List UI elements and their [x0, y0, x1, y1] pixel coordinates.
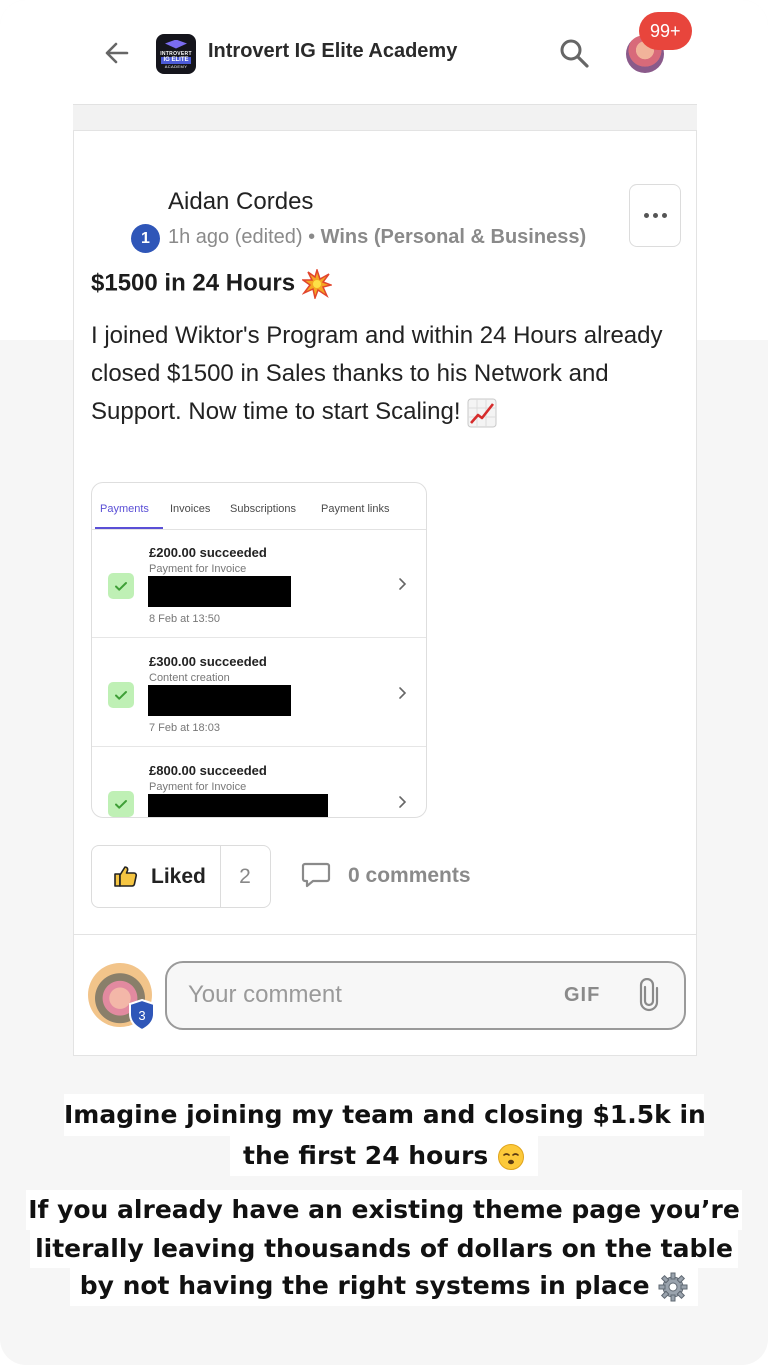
redacted-block	[148, 794, 328, 817]
graduation-cap-icon	[165, 39, 187, 49]
payment-date: 8 Feb at 13:50	[149, 613, 220, 625]
post-body-text: I joined Wiktor's Program and within 24 …	[91, 322, 663, 425]
tab-payment-links: Payment links	[321, 503, 390, 515]
author-name[interactable]: Aidan Cordes	[168, 188, 313, 216]
tab-subscriptions: Subscriptions	[230, 503, 297, 515]
payment-date: 7 Feb at 18:03	[149, 722, 220, 734]
payment-amount: £200.00 succeeded	[149, 545, 267, 560]
check-icon	[108, 791, 134, 817]
comment-bubble-icon[interactable]	[301, 861, 331, 889]
chevron-right-icon	[399, 578, 407, 590]
post-time: 1h ago (edited)	[168, 226, 303, 248]
chevron-right-icon	[399, 796, 407, 808]
comments-count[interactable]: 0 comments	[348, 864, 471, 888]
comment-composer: 3 Your comment GIF	[73, 934, 697, 1056]
payment-amount: £300.00 succeeded	[149, 654, 267, 669]
caption-line-1b: the first 24 hours	[230, 1136, 538, 1176]
payment-description: Payment for Invoice	[149, 781, 247, 793]
post-meta: 1h ago (edited) • Wins (Personal & Busin…	[168, 226, 586, 249]
explosion-emoji	[301, 269, 332, 299]
header-strip	[73, 105, 697, 131]
post-category[interactable]: Wins (Personal & Business)	[321, 226, 586, 248]
more-icon	[643, 213, 649, 218]
user-level-badge: 3	[129, 999, 155, 1031]
caption-line-1b-text: the first 24 hours	[243, 1141, 489, 1170]
paperclip-icon[interactable]	[637, 978, 661, 1012]
author-level-badge: 1	[131, 224, 160, 253]
more-options-button[interactable]	[629, 184, 681, 247]
check-icon	[108, 573, 134, 599]
logo-line-2: IG ELITE	[161, 56, 191, 64]
chevron-right-icon	[399, 687, 407, 699]
payment-row: £200.00 succeeded Payment for Invoice 8 …	[92, 529, 426, 638]
logo-line-3: ACADEMY	[164, 63, 188, 69]
like-count[interactable]: 2	[220, 865, 270, 889]
caption-line-2b: literally leaving thousands of dollars o…	[30, 1230, 738, 1268]
app-title[interactable]: Introvert IG Elite Academy	[208, 40, 457, 63]
payment-description: Content creation	[149, 672, 230, 684]
comment-input[interactable]: Your comment GIF	[165, 961, 686, 1030]
tab-invoices: Invoices	[170, 503, 211, 515]
like-button[interactable]: Liked 2	[91, 845, 271, 908]
post-body: I joined Wiktor's Program and within 24 …	[91, 317, 691, 431]
app-header: INTROVERT IG ELITE ACADEMY Introvert IG …	[73, 0, 697, 104]
liked-label: Liked	[151, 865, 206, 888]
payment-tabs: Payments Invoices Subscriptions Payment …	[92, 483, 426, 530]
chart-increasing-emoji	[467, 398, 497, 428]
payment-row: £800.00 succeeded Payment for Invoice	[92, 747, 426, 817]
search-icon[interactable]	[557, 36, 591, 70]
notifications-badge[interactable]: 99+	[639, 12, 692, 50]
tab-payments: Payments	[100, 503, 149, 515]
meta-separator: •	[302, 226, 321, 248]
check-icon	[108, 682, 134, 708]
caption-line-1a: Imagine joining my team and closing $1.5…	[64, 1094, 706, 1136]
payment-row: £300.00 succeeded Content creation 7 Feb…	[92, 638, 426, 747]
caption-line-2c-text: by not having the right systems in place	[79, 1271, 650, 1300]
post-title-text: $1500 in 24 Hours	[91, 269, 296, 297]
gear-emoji	[658, 1272, 688, 1302]
post-title: $1500 in 24 Hours	[91, 269, 332, 299]
payments-screenshot[interactable]: Payments Invoices Subscriptions Payment …	[91, 482, 427, 818]
back-arrow-icon[interactable]	[101, 37, 133, 69]
payment-amount: £800.00 succeeded	[149, 763, 267, 778]
comment-placeholder: Your comment	[188, 981, 342, 1008]
caption-line-2c: by not having the right systems in place	[70, 1266, 698, 1306]
relieved-face-emoji	[498, 1144, 524, 1170]
redacted-block	[148, 576, 291, 607]
user-level-number: 3	[138, 1008, 145, 1023]
academy-logo[interactable]: INTROVERT IG ELITE ACADEMY	[156, 34, 196, 74]
payment-description: Payment for Invoice	[149, 563, 247, 575]
redacted-block	[148, 685, 291, 716]
caption-line-2a: If you already have an existing theme pa…	[26, 1190, 742, 1230]
thumbs-up-icon	[114, 866, 138, 887]
post-card: Aidan Cordes 1 1h ago (edited) • Wins (P…	[73, 130, 697, 935]
gif-button[interactable]: GIF	[564, 984, 600, 1007]
story-frame: INTROVERT IG ELITE ACADEMY Introvert IG …	[0, 0, 768, 1365]
